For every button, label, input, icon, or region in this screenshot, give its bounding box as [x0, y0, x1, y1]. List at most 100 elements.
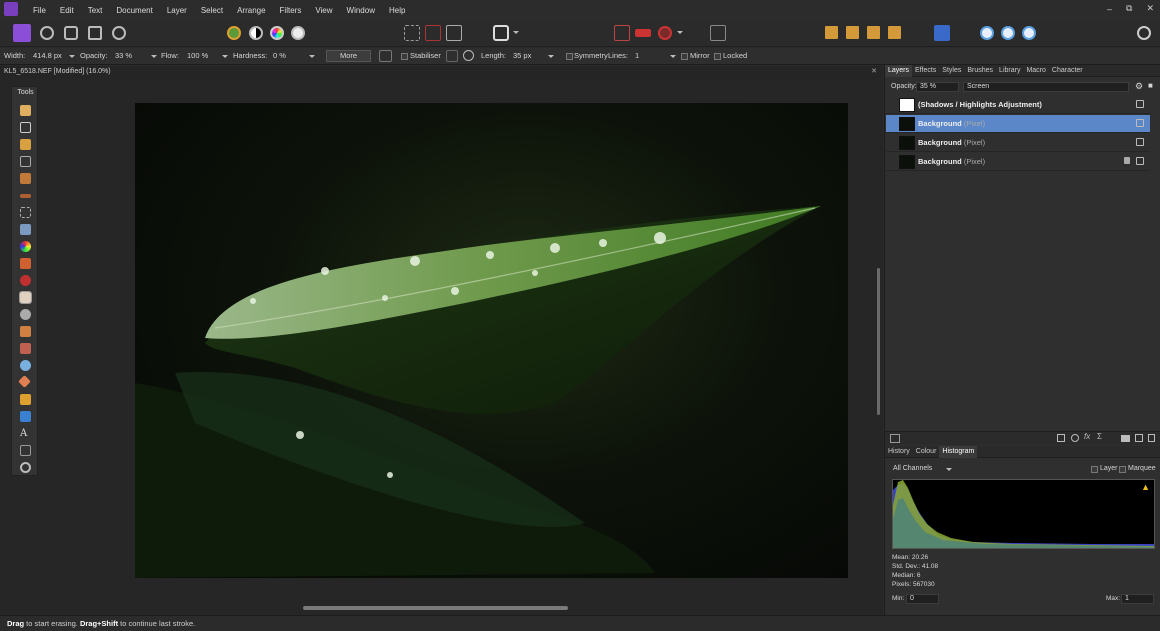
menu-select[interactable]: Select [201, 6, 223, 15]
photo-persona-icon[interactable] [13, 24, 31, 42]
pen-tool-icon[interactable] [20, 394, 31, 405]
add-layer-icon[interactable] [1135, 434, 1143, 442]
rope-mode-icon[interactable] [446, 50, 458, 62]
chevron-down-icon[interactable] [151, 55, 157, 58]
tab-macro[interactable]: Macro [1023, 65, 1048, 77]
chevron-down-icon[interactable] [548, 55, 554, 58]
view-tool-icon[interactable] [20, 105, 31, 116]
chevron-down-icon[interactable] [670, 55, 676, 58]
fx-icon[interactable]: fx [1084, 432, 1090, 441]
menu-file[interactable]: File [33, 6, 46, 15]
layer-checkbox[interactable] [1091, 466, 1098, 473]
assistant-options-icon[interactable] [614, 25, 630, 41]
menu-window[interactable]: Window [347, 6, 375, 15]
menu-layer[interactable]: Layer [167, 6, 187, 15]
layer-visibility-checkbox[interactable] [1136, 119, 1144, 127]
move-tool-icon[interactable] [20, 122, 31, 133]
tab-library[interactable]: Library [996, 65, 1023, 77]
stabiliser-checkbox[interactable] [401, 53, 408, 60]
crop-tool-icon[interactable] [20, 156, 31, 167]
colour-replacement-icon[interactable] [20, 275, 31, 286]
paint-brush-icon[interactable] [20, 258, 31, 269]
align-icon[interactable] [934, 25, 950, 41]
force-pixel-alignment-icon[interactable] [658, 26, 672, 40]
vertical-scrollbar[interactable] [877, 268, 880, 415]
mirror-checkbox[interactable] [681, 53, 688, 60]
trash-icon[interactable] [1148, 434, 1155, 442]
min-field[interactable]: 0 [906, 594, 939, 604]
flow-field[interactable]: 100 % [187, 51, 208, 60]
more-button[interactable]: More [326, 50, 371, 62]
layer-opacity-field[interactable]: 35 % [916, 82, 959, 92]
brush-options-icon[interactable] [379, 50, 392, 62]
boolean-subtract-icon[interactable] [1001, 26, 1015, 40]
width-field[interactable]: 414.8 px [33, 51, 62, 60]
gear-icon[interactable]: ⚙ [1135, 81, 1143, 92]
folder-icon[interactable] [1121, 435, 1130, 442]
chevron-down-icon[interactable] [513, 31, 519, 34]
tone-mapping-persona-icon[interactable] [88, 26, 102, 40]
context-toolbar-icon[interactable] [710, 25, 726, 41]
auto-colour-icon[interactable] [270, 26, 284, 40]
menu-text[interactable]: Text [88, 6, 103, 15]
chevron-down-icon[interactable] [69, 55, 75, 58]
move-forward-one-icon[interactable] [867, 26, 880, 39]
length-field[interactable]: 35 px [513, 51, 531, 60]
move-back-one-icon[interactable] [846, 26, 859, 39]
layer-row[interactable]: Background (Pixel) [886, 134, 1150, 152]
marquee-tool-icon[interactable] [20, 207, 31, 218]
quick-mask-icon[interactable] [493, 25, 509, 41]
blur-brush-icon[interactable] [20, 360, 31, 371]
red-eye-tool-icon[interactable] [18, 375, 31, 388]
rectangle-tool-icon[interactable] [20, 411, 31, 422]
marquee-checkbox[interactable] [1119, 466, 1126, 473]
warning-icon[interactable]: ▲ [1141, 482, 1150, 492]
layer-visibility-checkbox[interactable] [1136, 100, 1144, 108]
tab-effects[interactable]: Effects [912, 65, 939, 77]
blend-mode-select[interactable]: Screen [963, 82, 1129, 92]
snapping-icon[interactable] [635, 29, 651, 37]
window-mode-icon[interactable] [463, 50, 474, 61]
symmetry-checkbox[interactable] [566, 53, 573, 60]
menu-view[interactable]: View [315, 6, 332, 15]
zoom-tool-icon[interactable] [20, 462, 31, 473]
healing-brush-icon[interactable] [20, 343, 31, 354]
user-account-icon[interactable] [1137, 26, 1151, 40]
lines-field[interactable]: 1 [635, 51, 639, 60]
document-image[interactable] [135, 103, 848, 578]
selection-brush-icon[interactable] [20, 173, 31, 184]
erase-brush-icon[interactable] [19, 291, 32, 304]
boolean-add-icon[interactable] [980, 26, 994, 40]
text-tool-icon[interactable]: A [20, 428, 31, 439]
menu-help[interactable]: Help [389, 6, 405, 15]
move-to-back-icon[interactable] [825, 26, 838, 39]
layer-row[interactable]: (Shadows / Highlights Adjustment) [886, 96, 1150, 114]
layer-row[interactable]: Background (Pixel) [886, 153, 1150, 171]
close-document-icon[interactable]: ✕ [871, 66, 877, 78]
tab-character[interactable]: Character [1049, 65, 1086, 77]
marquee-select-icon[interactable] [404, 25, 420, 41]
channels-select[interactable]: All Channels [893, 465, 932, 472]
chevron-down-icon[interactable] [946, 468, 952, 471]
tab-history[interactable]: History [885, 446, 913, 458]
max-field[interactable]: 1 [1121, 594, 1154, 604]
move-to-front-icon[interactable] [888, 26, 901, 39]
colour-picker-icon[interactable] [20, 139, 31, 150]
develop-persona-icon[interactable] [64, 26, 78, 40]
flood-fill-icon[interactable] [20, 224, 31, 235]
layer-visibility-checkbox[interactable] [1136, 157, 1144, 165]
layer-visibility-checkbox[interactable] [1136, 138, 1144, 146]
dodge-brush-icon[interactable] [20, 309, 31, 320]
locked-checkbox[interactable] [714, 53, 721, 60]
restore-button[interactable]: ⧉ [1126, 3, 1132, 14]
tab-layers[interactable]: Layers [885, 65, 913, 77]
document-tab[interactable]: KL5_6518.NEF [Modified] (16.0%) ✕ [0, 66, 883, 78]
mesh-warp-icon[interactable] [20, 445, 31, 456]
flood-select-icon[interactable] [20, 194, 31, 198]
tab-styles[interactable]: Styles [939, 65, 964, 77]
clone-brush-icon[interactable] [20, 326, 31, 337]
gradient-tool-icon[interactable] [20, 241, 31, 252]
live-filter-icon[interactable]: Σ [1097, 432, 1102, 441]
hardness-field[interactable]: 0 % [273, 51, 286, 60]
lock-icon[interactable] [1124, 157, 1130, 164]
